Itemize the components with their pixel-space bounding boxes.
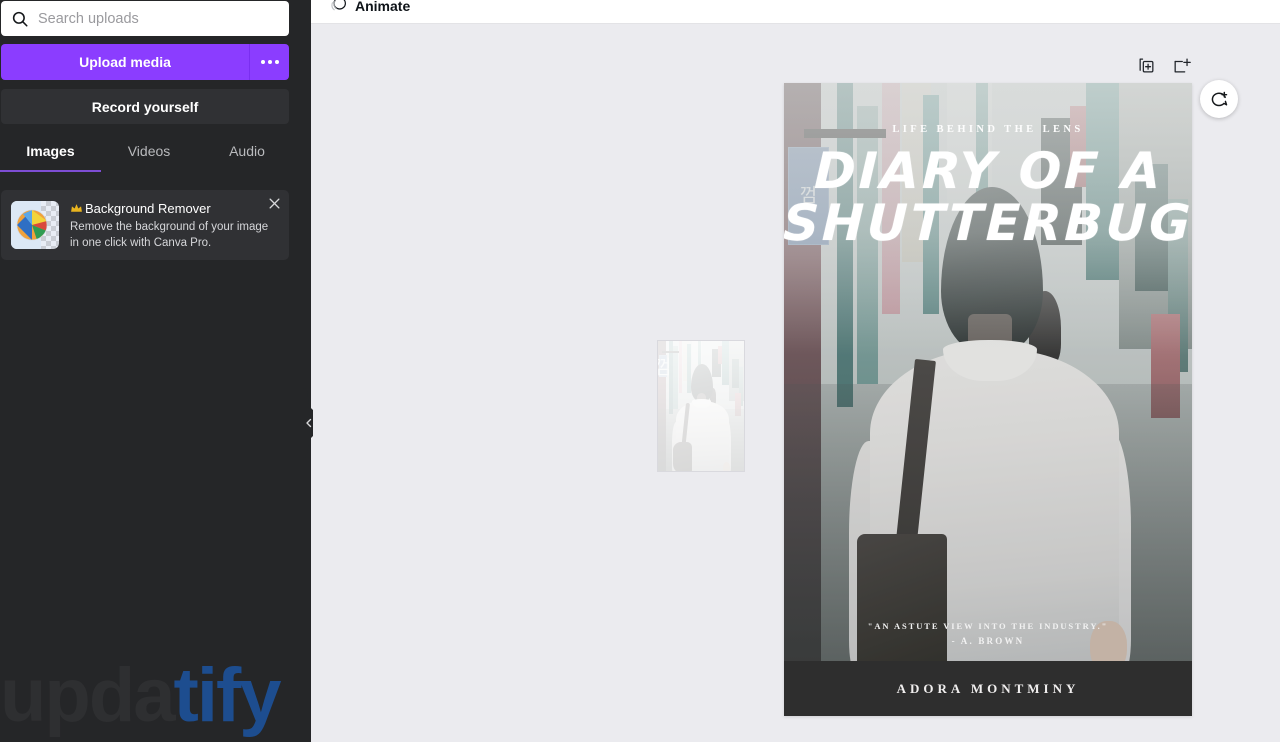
upload-media-row: Upload media: [1, 44, 289, 80]
ellipsis-icon: [260, 60, 265, 64]
ellipsis-icon: [267, 60, 272, 64]
comment-add-icon[interactable]: [1200, 80, 1238, 118]
street-photo-thumbnail: [658, 341, 744, 471]
promo-title-row: Background Remover: [70, 201, 279, 216]
uploads-sidebar: Upload media Record yourself Images Vide…: [0, 0, 311, 742]
watermark-dim-text: upda: [0, 653, 176, 738]
poster-title: DIARY OF A SHUTTERBUG: [784, 142, 1192, 252]
animate-circles-icon: [329, 0, 348, 17]
canva-editor: Upload media Record yourself Images Vide…: [0, 0, 1280, 742]
page-tools: [1135, 54, 1192, 76]
promo-description: Remove the background of your image in o…: [70, 221, 269, 249]
upload-media-button[interactable]: Upload media: [1, 44, 249, 80]
poster-kicker: LIFE BEHIND THE LENS: [892, 124, 1084, 135]
search-uploads-field[interactable]: [1, 1, 289, 36]
poster-footer-name: ADORA MONTMINY: [896, 680, 1080, 696]
watermark-blue-text: tify: [173, 653, 282, 738]
beach-ball-image: [11, 201, 59, 249]
background-remover-promo-card[interactable]: Background Remover Remove the background…: [1, 190, 289, 260]
editor-topbar: Animate: [311, 0, 1280, 24]
tab-audio[interactable]: Audio: [197, 137, 297, 172]
add-page-icon[interactable]: [1170, 54, 1192, 76]
tab-videos[interactable]: Videos: [101, 137, 197, 172]
promo-title-label: Background Remover: [85, 201, 211, 216]
poster-quote: "AN ASTUTE VIEW INTO THE INDUSTRY.": [867, 621, 1109, 631]
uploads-tabs: Images Videos Audio: [0, 137, 300, 172]
poster-title-line2: SHUTTERBUG: [784, 194, 1192, 252]
promo-text: Background Remover Remove the background…: [70, 200, 279, 250]
animate-label: Animate: [355, 0, 411, 14]
animate-button[interactable]: Animate: [323, 0, 416, 22]
record-yourself-button[interactable]: Record yourself: [1, 89, 289, 124]
close-icon[interactable]: [267, 196, 282, 211]
poster-title-line1: DIARY OF A: [813, 142, 1165, 200]
duplicate-page-icon[interactable]: [1135, 54, 1157, 76]
search-icon: [11, 10, 29, 28]
tab-images[interactable]: Images: [0, 137, 101, 172]
editor-main: Animate 껌 껌 LIFE BEHIND THE LENS DIARY O…: [311, 0, 1280, 742]
crown-icon: [70, 202, 83, 215]
upload-more-options-button[interactable]: [249, 44, 289, 80]
poster-page[interactable]: LIFE BEHIND THE LENS DIARY OF A SHUTTERB…: [784, 83, 1192, 716]
ellipsis-icon: [274, 60, 279, 64]
sidebar-collapse-handle[interactable]: [303, 388, 321, 458]
poster-quote-author: - A. BROWN: [951, 636, 1025, 646]
watermark: updatify: [0, 646, 300, 742]
search-input[interactable]: [38, 10, 279, 27]
poster-quote-block: "AN ASTUTE VIEW INTO THE INDUSTRY." - A.…: [784, 619, 1192, 649]
dragged-image-preview[interactable]: [657, 340, 745, 472]
poster-footer: ADORA MONTMINY: [784, 661, 1192, 716]
